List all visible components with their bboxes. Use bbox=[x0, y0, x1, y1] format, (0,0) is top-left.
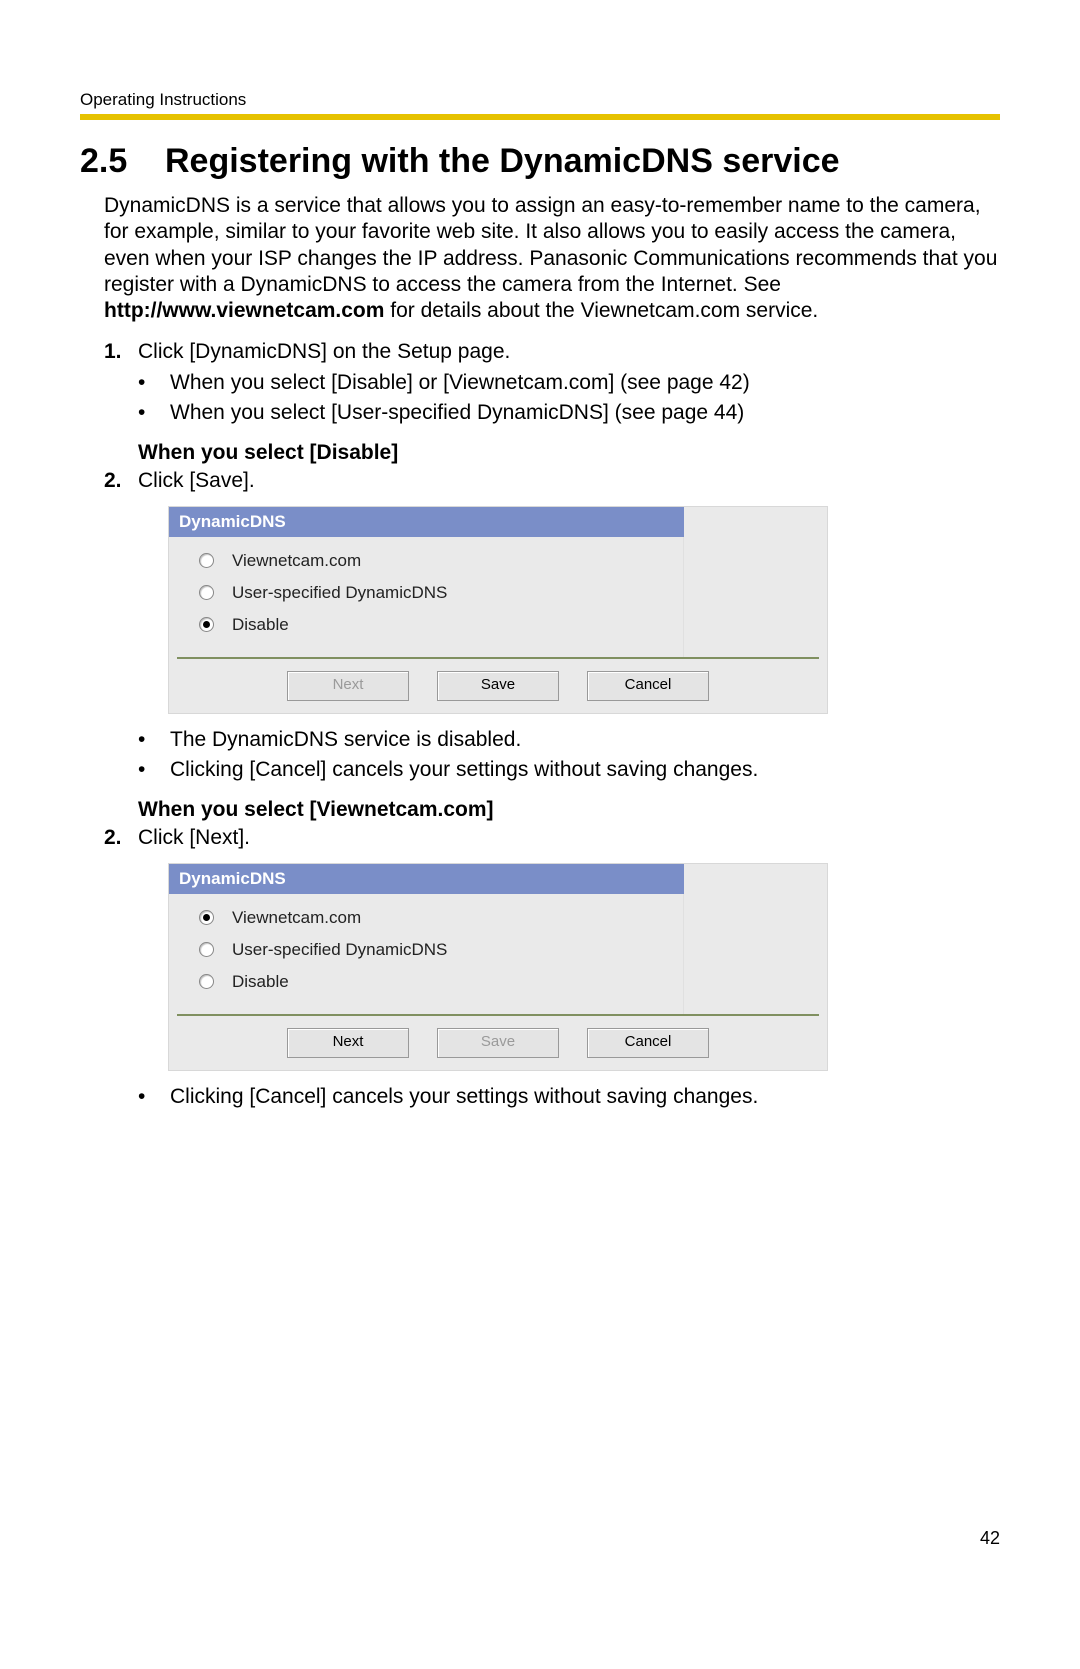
cancel-button[interactable]: Cancel bbox=[587, 1028, 709, 1058]
radio-option-disable[interactable]: Disable bbox=[169, 609, 683, 641]
section-a-heading: When you select [Disable] bbox=[138, 441, 1000, 465]
bullet-icon: • bbox=[138, 399, 170, 427]
section-b-after-bullets: •Clicking [Cancel] cancels your settings… bbox=[138, 1083, 1000, 1111]
bullet-icon: • bbox=[138, 1083, 170, 1111]
next-button[interactable]: Next bbox=[287, 1028, 409, 1058]
radio-icon bbox=[199, 553, 214, 568]
radio-label: Viewnetcam.com bbox=[232, 908, 361, 928]
panel-a-buttons: Next Save Cancel bbox=[168, 659, 828, 714]
radio-icon bbox=[199, 910, 214, 925]
step-number: 2. bbox=[104, 824, 138, 852]
running-header: Operating Instructions bbox=[80, 90, 1000, 110]
bullet-text: Clicking [Cancel] cancels your settings … bbox=[170, 1083, 1000, 1111]
panel-b-body: Viewnetcam.com User-specified DynamicDNS… bbox=[169, 894, 684, 1014]
panel-b: DynamicDNS Viewnetcam.com User-specified… bbox=[168, 863, 828, 1071]
radio-label: User-specified DynamicDNS bbox=[232, 583, 447, 603]
section-b-step-2: 2. Click [Next]. bbox=[104, 824, 1000, 852]
section-heading: 2.5Registering with the DynamicDNS servi… bbox=[80, 142, 1000, 181]
radio-option-viewnetcam[interactable]: Viewnetcam.com bbox=[169, 902, 683, 934]
radio-icon bbox=[199, 974, 214, 989]
bullet-text: When you select [Disable] or [Viewnetcam… bbox=[170, 369, 1000, 397]
step-1-bullets: •When you select [Disable] or [Viewnetca… bbox=[138, 369, 1000, 428]
intro-paragraph: DynamicDNS is a service that allows you … bbox=[104, 193, 1000, 324]
radio-icon bbox=[199, 585, 214, 600]
panel-a: DynamicDNS Viewnetcam.com User-specified… bbox=[168, 506, 828, 714]
intro-text-2: for details about the Viewnetcam.com ser… bbox=[384, 299, 818, 322]
radio-option-viewnetcam[interactable]: Viewnetcam.com bbox=[169, 545, 683, 577]
cancel-button[interactable]: Cancel bbox=[587, 671, 709, 701]
step-1-number: 1. bbox=[104, 338, 138, 366]
panel-b-title: DynamicDNS bbox=[169, 864, 684, 894]
header-rule bbox=[80, 114, 1000, 120]
radio-option-disable[interactable]: Disable bbox=[169, 966, 683, 998]
step-1: 1. Click [DynamicDNS] on the Setup page. bbox=[104, 338, 1000, 366]
next-button[interactable]: Next bbox=[287, 671, 409, 701]
section-a-after-bullets: •The DynamicDNS service is disabled. •Cl… bbox=[138, 726, 1000, 785]
section-b-heading: When you select [Viewnetcam.com] bbox=[138, 798, 1000, 822]
step-1-text: Click [DynamicDNS] on the Setup page. bbox=[138, 338, 1000, 366]
step-text: Click [Save]. bbox=[138, 467, 1000, 495]
radio-option-user-specified[interactable]: User-specified DynamicDNS bbox=[169, 934, 683, 966]
bullet-icon: • bbox=[138, 756, 170, 784]
radio-icon bbox=[199, 617, 214, 632]
bullet-icon: • bbox=[138, 369, 170, 397]
panel-a-body: Viewnetcam.com User-specified DynamicDNS… bbox=[169, 537, 684, 657]
radio-label: Disable bbox=[232, 972, 289, 992]
bullet-icon: • bbox=[138, 726, 170, 754]
section-a-step-2: 2. Click [Save]. bbox=[104, 467, 1000, 495]
section-title-text: Registering with the DynamicDNS service bbox=[165, 142, 840, 180]
radio-label: Disable bbox=[232, 615, 289, 635]
radio-label: User-specified DynamicDNS bbox=[232, 940, 447, 960]
intro-text-1: DynamicDNS is a service that allows you … bbox=[104, 194, 997, 296]
step-number: 2. bbox=[104, 467, 138, 495]
radio-option-user-specified[interactable]: User-specified DynamicDNS bbox=[169, 577, 683, 609]
bullet-text: When you select [User-specified DynamicD… bbox=[170, 399, 1000, 427]
section-number: 2.5 bbox=[80, 142, 165, 181]
step-text: Click [Next]. bbox=[138, 824, 1000, 852]
bullet-text: The DynamicDNS service is disabled. bbox=[170, 726, 1000, 754]
intro-url: http://www.viewnetcam.com bbox=[104, 299, 384, 322]
radio-icon bbox=[199, 942, 214, 957]
bullet-text: Clicking [Cancel] cancels your settings … bbox=[170, 756, 1000, 784]
radio-label: Viewnetcam.com bbox=[232, 551, 361, 571]
panel-a-title: DynamicDNS bbox=[169, 507, 684, 537]
panel-b-buttons: Next Save Cancel bbox=[168, 1016, 828, 1071]
save-button[interactable]: Save bbox=[437, 1028, 559, 1058]
save-button[interactable]: Save bbox=[437, 671, 559, 701]
page-number: 42 bbox=[980, 1528, 1000, 1549]
